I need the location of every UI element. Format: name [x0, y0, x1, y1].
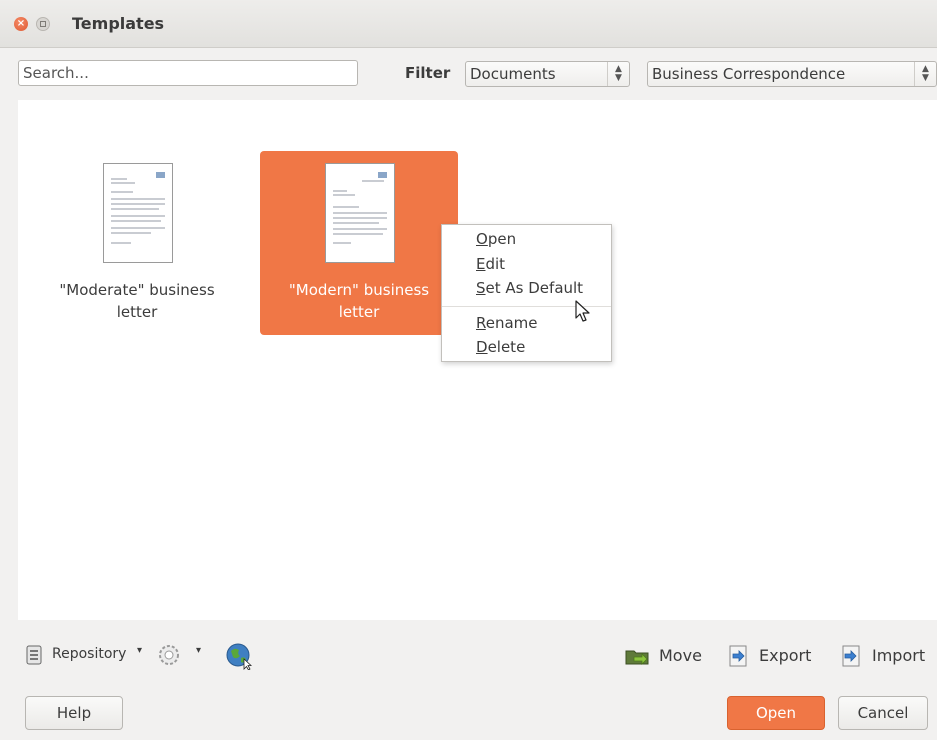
template-name: "Modern" business letter: [288, 281, 430, 321]
title-bar: × Templates: [0, 0, 937, 48]
window-title: Templates: [72, 14, 165, 33]
select-arrows-icon: ▲ ▼: [607, 62, 629, 86]
gear-icon[interactable]: [157, 643, 181, 667]
context-menu: Open Edit Set As Default Rename Delete: [441, 224, 612, 362]
globe-icon[interactable]: [225, 642, 253, 670]
mouse-cursor-icon: [575, 300, 590, 322]
category-select[interactable]: Business Correspondence ▲ ▼: [647, 61, 937, 87]
maximize-icon[interactable]: [36, 17, 50, 31]
template-thumbnail: [325, 163, 395, 263]
repository-icon: [26, 645, 42, 665]
document-type-value: Documents: [470, 65, 556, 83]
import-button[interactable]: Import: [840, 643, 935, 669]
select-arrows-icon: ▲ ▼: [914, 62, 936, 86]
open-button[interactable]: Open: [727, 696, 825, 730]
export-icon: [729, 645, 747, 667]
menu-item-open[interactable]: Open: [476, 230, 516, 248]
import-label: Import: [872, 646, 926, 665]
menu-item-set-as-default[interactable]: Set As Default: [476, 279, 583, 297]
template-item-modern-letter[interactable]: "Modern" business letter: [260, 151, 458, 335]
menu-item-delete[interactable]: Delete: [476, 338, 525, 356]
help-button[interactable]: Help: [25, 696, 123, 730]
search-field[interactable]: [18, 60, 358, 86]
template-name: "Moderate" business letter: [59, 281, 215, 321]
repository-button[interactable]: Repository: [24, 643, 134, 669]
cancel-button[interactable]: Cancel: [838, 696, 928, 730]
menu-item-edit[interactable]: Edit: [476, 255, 505, 273]
close-icon[interactable]: ×: [14, 17, 28, 31]
template-thumbnail: [103, 163, 173, 263]
template-item-moderate-letter[interactable]: "Moderate" business letter: [38, 151, 236, 335]
search-input[interactable]: [19, 61, 357, 85]
move-icon: [625, 650, 649, 665]
export-label: Export: [759, 646, 812, 665]
repository-label: Repository: [52, 646, 127, 662]
document-type-select[interactable]: Documents ▲ ▼: [465, 61, 630, 87]
move-button[interactable]: Move: [624, 643, 706, 669]
repository-dropdown-icon[interactable]: ▾: [137, 645, 142, 656]
move-label: Move: [659, 646, 702, 665]
settings-dropdown-icon[interactable]: ▾: [196, 645, 201, 656]
filter-label: Filter: [405, 64, 451, 82]
export-button[interactable]: Export: [727, 643, 819, 669]
menu-item-rename[interactable]: Rename: [476, 314, 538, 332]
category-value: Business Correspondence: [652, 65, 846, 83]
import-icon: [842, 645, 860, 667]
